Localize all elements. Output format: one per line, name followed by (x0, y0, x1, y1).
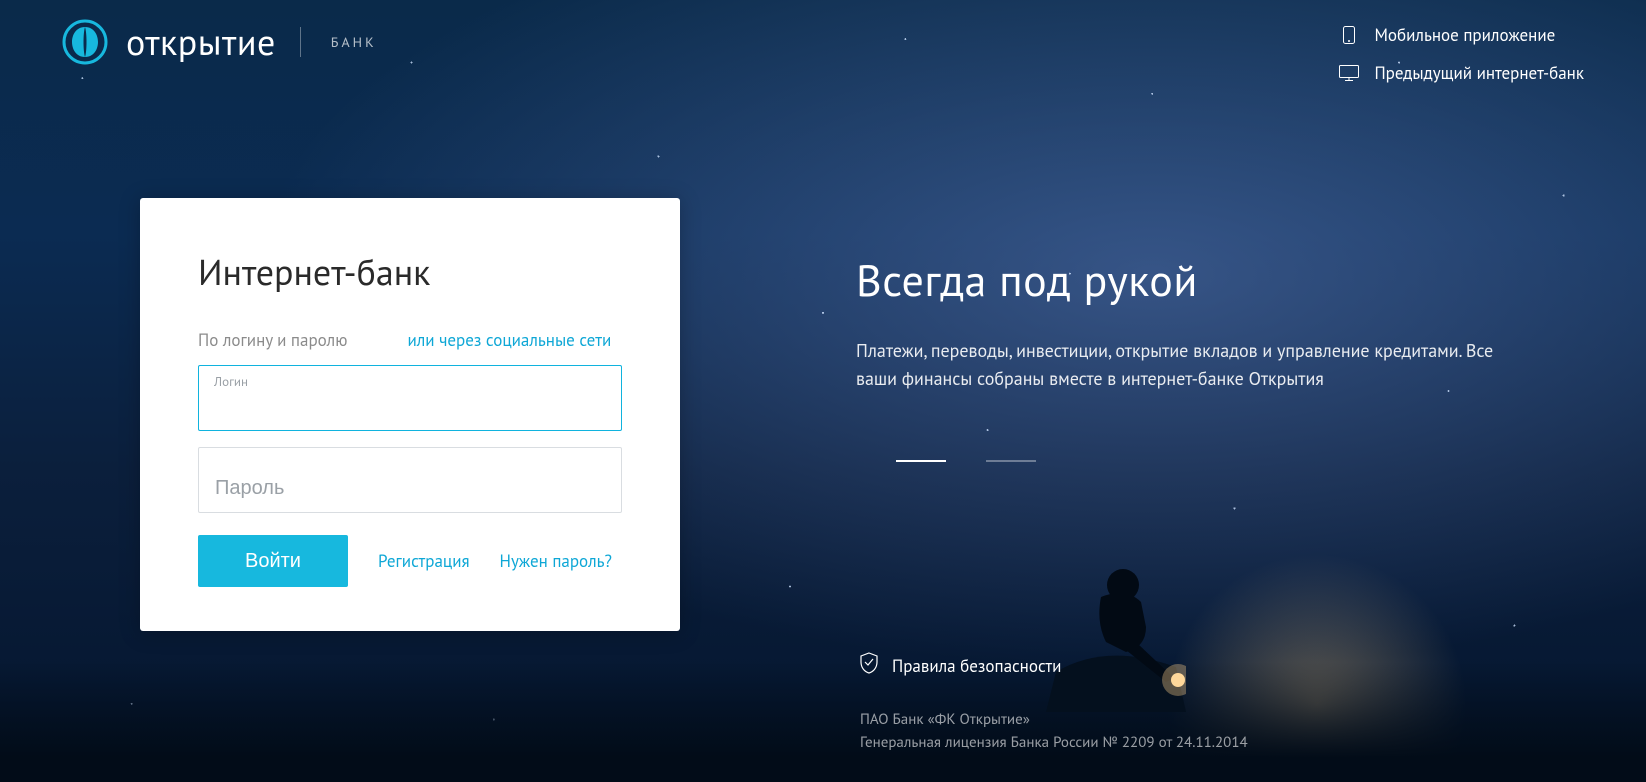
login-card: Интернет-банк По логину и паролю или чер… (140, 198, 680, 631)
login-input[interactable] (198, 365, 622, 431)
hero: Всегда под рукой Платежи, переводы, инве… (856, 252, 1516, 393)
logo-icon (62, 19, 108, 65)
login-actions: Войти Регистрация Нужен пароль? (198, 535, 622, 587)
brand-subtitle: БАНК (331, 33, 377, 51)
login-tabs: По логину и паролю или через социальные … (198, 329, 622, 351)
login-field-wrapper: Логин (198, 365, 622, 431)
brand-separator (300, 27, 301, 57)
background-ground (0, 662, 1646, 782)
password-field-wrapper (198, 447, 622, 513)
header: открытие БАНК Мобильное приложение Преды… (62, 18, 1584, 84)
top-links: Мобильное приложение Предыдущий интернет… (1338, 18, 1584, 84)
legacy-bank-label: Предыдущий интернет-банк (1374, 62, 1584, 84)
mobile-app-link[interactable]: Мобильное приложение (1338, 24, 1584, 46)
carousel-dot-2[interactable] (986, 460, 1036, 462)
password-input[interactable] (198, 447, 622, 513)
mobile-app-label: Мобильное приложение (1374, 24, 1555, 46)
brand-name: открытие (126, 18, 276, 65)
login-title: Интернет-банк (198, 248, 622, 295)
register-link[interactable]: Регистрация (378, 550, 470, 572)
legacy-bank-link[interactable]: Предыдущий интернет-банк (1338, 62, 1584, 84)
legal-line-1: ПАО Банк «ФК Открытие» (860, 709, 1248, 732)
tab-credentials[interactable]: По логину и паролю (198, 329, 347, 351)
forgot-password-link[interactable]: Нужен пароль? (500, 550, 612, 572)
carousel-indicators (896, 460, 1036, 462)
monitor-icon (1338, 65, 1360, 81)
legal-line-2: Генеральная лицензия Банка России № 2209… (860, 732, 1248, 755)
hero-headline: Всегда под рукой (856, 252, 1516, 309)
carousel-dot-1[interactable] (896, 460, 946, 462)
shield-icon (860, 652, 878, 682)
security-rules-link[interactable]: Правила безопасности (860, 652, 1248, 682)
brand: открытие БАНК (62, 18, 377, 65)
phone-icon (1338, 27, 1360, 43)
hero-body: Платежи, переводы, инвестиции, открытие … (856, 337, 1516, 393)
security-rules-label: Правила безопасности (892, 654, 1061, 680)
login-field-label: Логин (214, 373, 248, 390)
footer: Правила безопасности ПАО Банк «ФК Открыт… (860, 652, 1248, 755)
tab-social[interactable]: или через социальные сети (407, 329, 611, 351)
login-button[interactable]: Войти (198, 535, 348, 587)
